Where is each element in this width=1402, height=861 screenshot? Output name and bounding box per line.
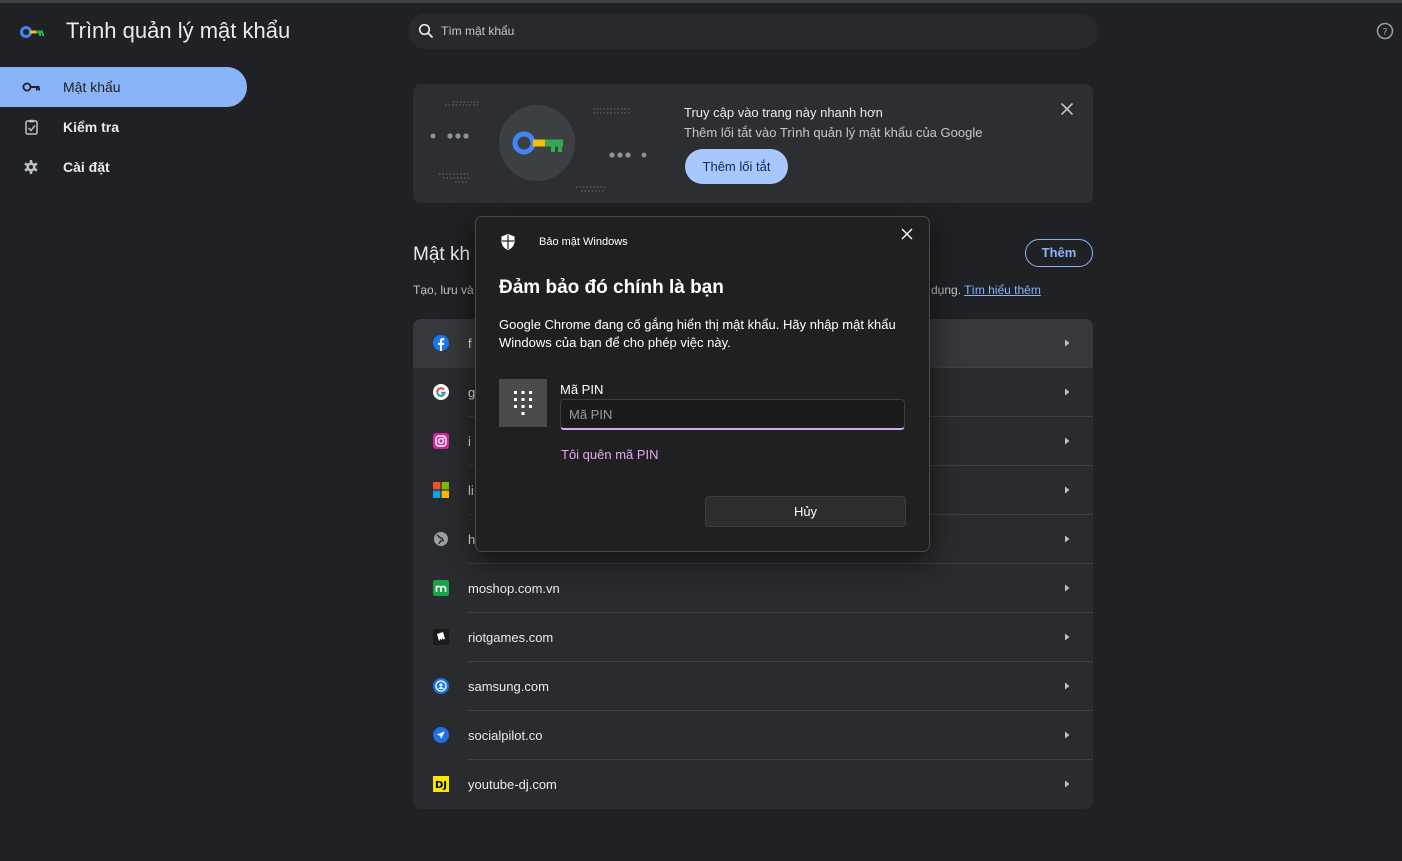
- shortcut-banner: Truy cập vào trang này nhanh hơn Thêm lố…: [413, 84, 1093, 203]
- checkup-icon: [25, 119, 38, 135]
- section-title: Mật kh: [413, 244, 471, 265]
- site-name: li: [468, 483, 474, 498]
- socialpilot-icon: [433, 727, 449, 743]
- search-input[interactable]: Tìm mật khẩu: [441, 24, 514, 38]
- samsung-icon: [433, 678, 449, 694]
- site-name: socialpilot.co: [468, 728, 543, 743]
- shield-icon: [501, 234, 515, 250]
- site-name: riotgames.com: [468, 630, 554, 645]
- globe-icon: [434, 532, 448, 546]
- site-name: youtube-dj.com: [468, 777, 557, 792]
- sidebar-item-settings[interactable]: Cài đặt: [0, 147, 247, 187]
- banner-illustration: [430, 101, 647, 192]
- list-item[interactable]: moshop.com.vn: [413, 564, 1093, 613]
- dialog-title: Đảm bảo đó chính là bạn: [499, 277, 724, 298]
- chevron-right-icon: [1065, 339, 1070, 347]
- instagram-icon: [433, 433, 449, 449]
- chevron-right-icon: [1065, 780, 1070, 788]
- banner-subtitle: Thêm lối tắt vào Trình quản lý mật khẩu …: [684, 125, 983, 140]
- password-manager-logo-icon: [20, 26, 44, 38]
- learn-more-link[interactable]: Tìm hiểu thêm: [964, 283, 1041, 297]
- google-icon: [433, 384, 449, 400]
- search-bar[interactable]: Tìm mật khẩu: [408, 14, 1098, 49]
- chevron-right-icon: [1065, 437, 1070, 445]
- close-icon[interactable]: [1059, 101, 1075, 117]
- chevron-right-icon: [1065, 731, 1070, 739]
- close-icon[interactable]: [900, 227, 914, 241]
- sidebar-item-label: Cài đặt: [63, 159, 110, 175]
- chevron-right-icon: [1065, 388, 1070, 396]
- pin-label: Mã PIN: [560, 382, 604, 397]
- section-description-end: dụng. Tìm hiểu thêm: [931, 283, 1041, 297]
- section-description-tail: dụng.: [931, 283, 962, 297]
- pin-input[interactable]: [560, 399, 905, 430]
- dj-icon: DJ: [433, 776, 449, 792]
- riot-icon: [433, 629, 449, 645]
- app-title: Trình quản lý mật khẩu: [66, 18, 291, 43]
- microsoft-icon: [433, 482, 449, 498]
- site-name: f: [468, 336, 472, 351]
- chevron-right-icon: [1065, 682, 1070, 690]
- add-password-button[interactable]: Thêm: [1025, 239, 1093, 267]
- list-item[interactable]: samsung.com: [413, 662, 1093, 711]
- key-icon: [22, 82, 40, 92]
- site-name: i: [468, 434, 471, 449]
- list-item[interactable]: riotgames.com: [413, 613, 1093, 662]
- sidebar-item-checkup[interactable]: Kiểm tra: [0, 107, 247, 147]
- add-shortcut-button[interactable]: Thêm lối tắt: [685, 149, 788, 184]
- list-item[interactable]: DJ youtube-dj.com: [413, 760, 1093, 809]
- facebook-icon: [433, 335, 449, 351]
- forgot-pin-link[interactable]: Tôi quên mã PIN: [561, 447, 659, 462]
- dialog-message: Google Chrome đang cố gắng hiển thị mật …: [499, 317, 896, 350]
- moshop-icon: [433, 580, 449, 596]
- sidebar-item-label: Kiểm tra: [63, 119, 120, 135]
- chevron-right-icon: [1065, 486, 1070, 494]
- site-name: samsung.com: [468, 679, 549, 694]
- banner-title: Truy cập vào trang này nhanh hơn: [684, 105, 883, 120]
- keypad-icon: [514, 391, 532, 415]
- gear-icon: [24, 160, 38, 174]
- chevron-right-icon: [1065, 633, 1070, 641]
- svg-text:DJ: DJ: [435, 780, 447, 791]
- window-top-border: [0, 0, 1402, 3]
- help-icon[interactable]: ?: [1376, 22, 1394, 40]
- svg-text:?: ?: [1382, 27, 1387, 38]
- sidebar-item-passwords[interactable]: Mật khẩu: [0, 67, 247, 107]
- pin-keypad-tile: [499, 379, 547, 427]
- sidebar-item-label: Mật khẩu: [63, 79, 121, 95]
- chevron-right-icon: [1065, 535, 1070, 543]
- dialog-app-name: Bảo mật Windows: [539, 236, 628, 248]
- site-name: moshop.com.vn: [468, 581, 560, 596]
- search-icon: [418, 23, 434, 39]
- chevron-right-icon: [1065, 584, 1070, 592]
- cancel-button[interactable]: Hủy: [705, 496, 906, 527]
- windows-security-dialog: Bảo mật Windows Đảm bảo đó chính là bạn …: [475, 216, 930, 552]
- list-item[interactable]: socialpilot.co: [413, 711, 1093, 760]
- section-description: Tạo, lưu và: [413, 283, 474, 297]
